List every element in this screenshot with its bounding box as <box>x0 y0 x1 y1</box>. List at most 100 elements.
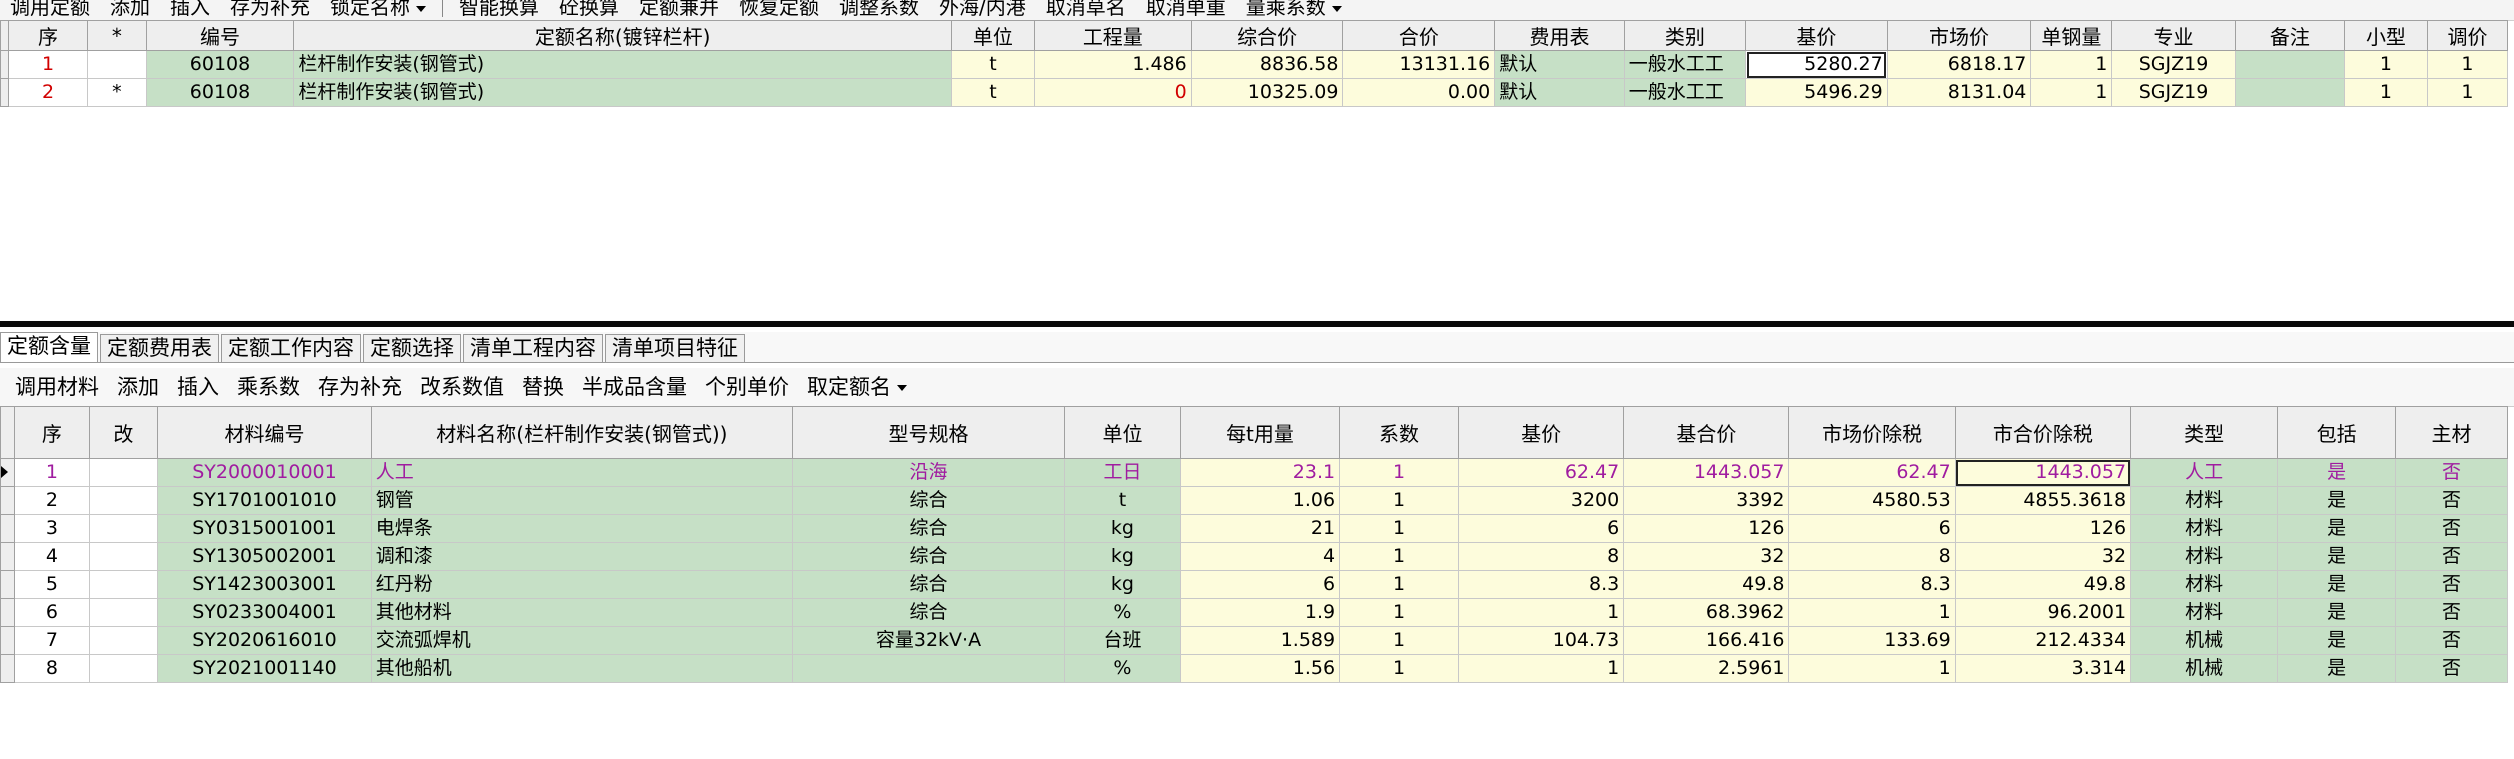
table-row[interactable]: 3 SY0315001001 电焊条 综合 kg 21 1 6 126 6 126 材料是否 <box>0 514 2508 543</box>
insert-button[interactable]: 插入 <box>160 0 220 18</box>
cell-market-price[interactable]: 6818.17 <box>1886 50 2032 79</box>
cell-coef[interactable]: 1 <box>1339 570 1459 599</box>
cell-seq[interactable]: 8 <box>14 654 90 683</box>
multiply-coef-button[interactable]: 乘系数 <box>228 376 309 398</box>
cell-market-price[interactable]: 4580.53 <box>1788 486 1956 515</box>
cell-modified[interactable] <box>88 542 159 571</box>
col-qty[interactable]: 工程量 <box>1033 20 1192 51</box>
tab-list-work-content[interactable]: 清单工程内容 <box>463 334 603 362</box>
cell-material-code[interactable]: SY2000010001 <box>157 458 372 487</box>
cell-note[interactable] <box>2234 50 2345 79</box>
cell-specialty[interactable]: SGJZ19 <box>2111 78 2236 107</box>
cell-base-total[interactable]: 32 <box>1623 542 1790 571</box>
cell-qty[interactable]: 1.486 <box>1033 50 1192 79</box>
cell-material-name[interactable]: 其他船机 <box>370 654 793 683</box>
cell-base-total[interactable]: 166.416 <box>1623 626 1790 655</box>
col-market-price[interactable]: 市场价除税 <box>1788 406 1956 459</box>
cell-type[interactable]: 材料 <box>2130 570 2279 599</box>
col-seq[interactable]: 序 <box>8 20 88 51</box>
cell-star[interactable]: * <box>86 78 147 107</box>
cell-base-total[interactable]: 3392 <box>1623 486 1790 515</box>
cell-base-price[interactable]: 5280.27 <box>1745 50 1888 79</box>
cell-main-material[interactable]: 否 <box>2395 654 2508 683</box>
tab-quota-content[interactable]: 定额含量 <box>0 332 98 362</box>
cell-unit[interactable]: t <box>950 78 1035 107</box>
col-seq[interactable]: 序 <box>14 406 90 459</box>
table-row[interactable]: 1 60108 栏杆制作安装(钢管式) t 1.486 8836.58 1313… <box>0 50 2509 79</box>
col-total[interactable]: 合价 <box>1342 20 1496 51</box>
cell-qty[interactable]: 0 <box>1033 78 1192 107</box>
cell-coef[interactable]: 1 <box>1339 486 1459 515</box>
individual-price-button[interactable]: 个别单价 <box>696 376 798 398</box>
cell-market-price[interactable]: 6 <box>1788 514 1956 543</box>
col-steel[interactable]: 单钢量 <box>2030 20 2113 51</box>
cell-include[interactable]: 是 <box>2277 514 2397 543</box>
cell-steel[interactable]: 1 <box>2030 78 2113 107</box>
cell-base-total[interactable]: 126 <box>1623 514 1790 543</box>
cell-category[interactable]: 一般水工工 <box>1623 78 1747 107</box>
cell-model[interactable]: 综合 <box>791 514 1066 543</box>
table-row[interactable]: 7 SY2020616010 交流弧焊机 容量32kV·A 台班 1.589 1 104.73… <box>0 626 2508 655</box>
cell-model[interactable]: 容量32kV·A <box>791 626 1066 655</box>
cell-market-total[interactable]: 212.4334 <box>1954 626 2132 655</box>
cell-type[interactable]: 机械 <box>2130 654 2279 683</box>
cell-base-price[interactable]: 6 <box>1457 514 1625 543</box>
table-row[interactable]: 4 SY1305002001 调和漆 综合 kg 4 1 8 32 8 32 材料是否 <box>0 542 2508 571</box>
cell-usage[interactable]: 1.56 <box>1179 654 1341 683</box>
cell-model[interactable]: 综合 <box>791 570 1066 599</box>
cell-comp-price[interactable]: 8836.58 <box>1190 50 1344 79</box>
cell-material-name[interactable]: 其他材料 <box>370 598 793 627</box>
col-unit[interactable]: 单位 <box>1064 406 1181 459</box>
cell-material-name[interactable]: 交流弧焊机 <box>370 626 793 655</box>
cell-include[interactable]: 是 <box>2277 626 2397 655</box>
cell-coef[interactable]: 1 <box>1339 654 1459 683</box>
cell-material-name[interactable]: 人工 <box>370 458 793 487</box>
cell-modified[interactable] <box>88 654 159 683</box>
cell-type[interactable]: 材料 <box>2130 598 2279 627</box>
cell-adjust[interactable]: 1 <box>2426 78 2509 107</box>
cell-market-price[interactable]: 1 <box>1788 598 1956 627</box>
merge-quota-button[interactable]: 定额兼并 <box>629 0 729 18</box>
table-row[interactable]: 5 SY1423003001 红丹粉 综合 kg 6 1 8.3 49.8 8.3 49.8 材料是否 <box>0 570 2508 599</box>
lock-name-dropdown[interactable]: 锁定名称 <box>320 0 436 18</box>
cell-total[interactable]: 0.00 <box>1342 78 1496 107</box>
cell-steel[interactable]: 1 <box>2030 50 2113 79</box>
table-row[interactable]: 1 SY2000010001 人工 沿海 工日 23.1 1 62.47 1443.057 62.… <box>0 458 2508 487</box>
semi-finished-content-button[interactable]: 半成品含量 <box>573 376 696 398</box>
cell-material-name[interactable]: 钢管 <box>370 486 793 515</box>
cell-main-material[interactable]: 否 <box>2395 626 2508 655</box>
save-supplement-material-button[interactable]: 存为补充 <box>309 376 411 398</box>
cell-type[interactable]: 材料 <box>2130 542 2279 571</box>
cell-include[interactable]: 是 <box>2277 570 2397 599</box>
cell-unit[interactable]: t <box>950 50 1035 79</box>
cell-seq[interactable]: 7 <box>14 626 90 655</box>
cell-main-material[interactable]: 否 <box>2395 542 2508 571</box>
col-quota-name[interactable]: 定额名称(镀锌栏杆) <box>293 20 952 51</box>
cell-market-total[interactable]: 1443.057 <box>1954 458 2132 487</box>
call-material-button[interactable]: 调用材料 <box>6 376 108 398</box>
cell-modified[interactable] <box>88 486 159 515</box>
col-material-code[interactable]: 材料编号 <box>157 406 372 459</box>
cell-unit[interactable]: kg <box>1064 542 1181 571</box>
tab-quota-fee-table[interactable]: 定额费用表 <box>100 334 219 362</box>
cell-specialty[interactable]: SGJZ19 <box>2111 50 2236 79</box>
cell-unit[interactable]: t <box>1064 486 1181 515</box>
cell-market-total[interactable]: 3.314 <box>1954 654 2132 683</box>
cell-base-price[interactable]: 1 <box>1457 654 1625 683</box>
cell-model[interactable]: 综合 <box>791 542 1066 571</box>
col-adjust[interactable]: 调价 <box>2426 20 2509 51</box>
cell-usage[interactable]: 4 <box>1179 542 1341 571</box>
cell-seq[interactable]: 4 <box>14 542 90 571</box>
cell-type[interactable]: 材料 <box>2130 486 2279 515</box>
cell-material-code[interactable]: SY0233004001 <box>157 598 372 627</box>
cell-modified[interactable] <box>88 598 159 627</box>
cell-base-price[interactable]: 1 <box>1457 598 1625 627</box>
cell-coef[interactable]: 1 <box>1339 626 1459 655</box>
replace-button[interactable]: 替换 <box>513 376 573 398</box>
cell-total[interactable]: 13131.16 <box>1342 50 1496 79</box>
call-quota-button[interactable]: 调用定额 <box>0 0 100 18</box>
cell-include[interactable]: 是 <box>2277 542 2397 571</box>
cell-base-total[interactable]: 49.8 <box>1623 570 1790 599</box>
cell-quota-name[interactable]: 栏杆制作安装(钢管式) <box>293 50 952 79</box>
cell-type[interactable]: 机械 <box>2130 626 2279 655</box>
